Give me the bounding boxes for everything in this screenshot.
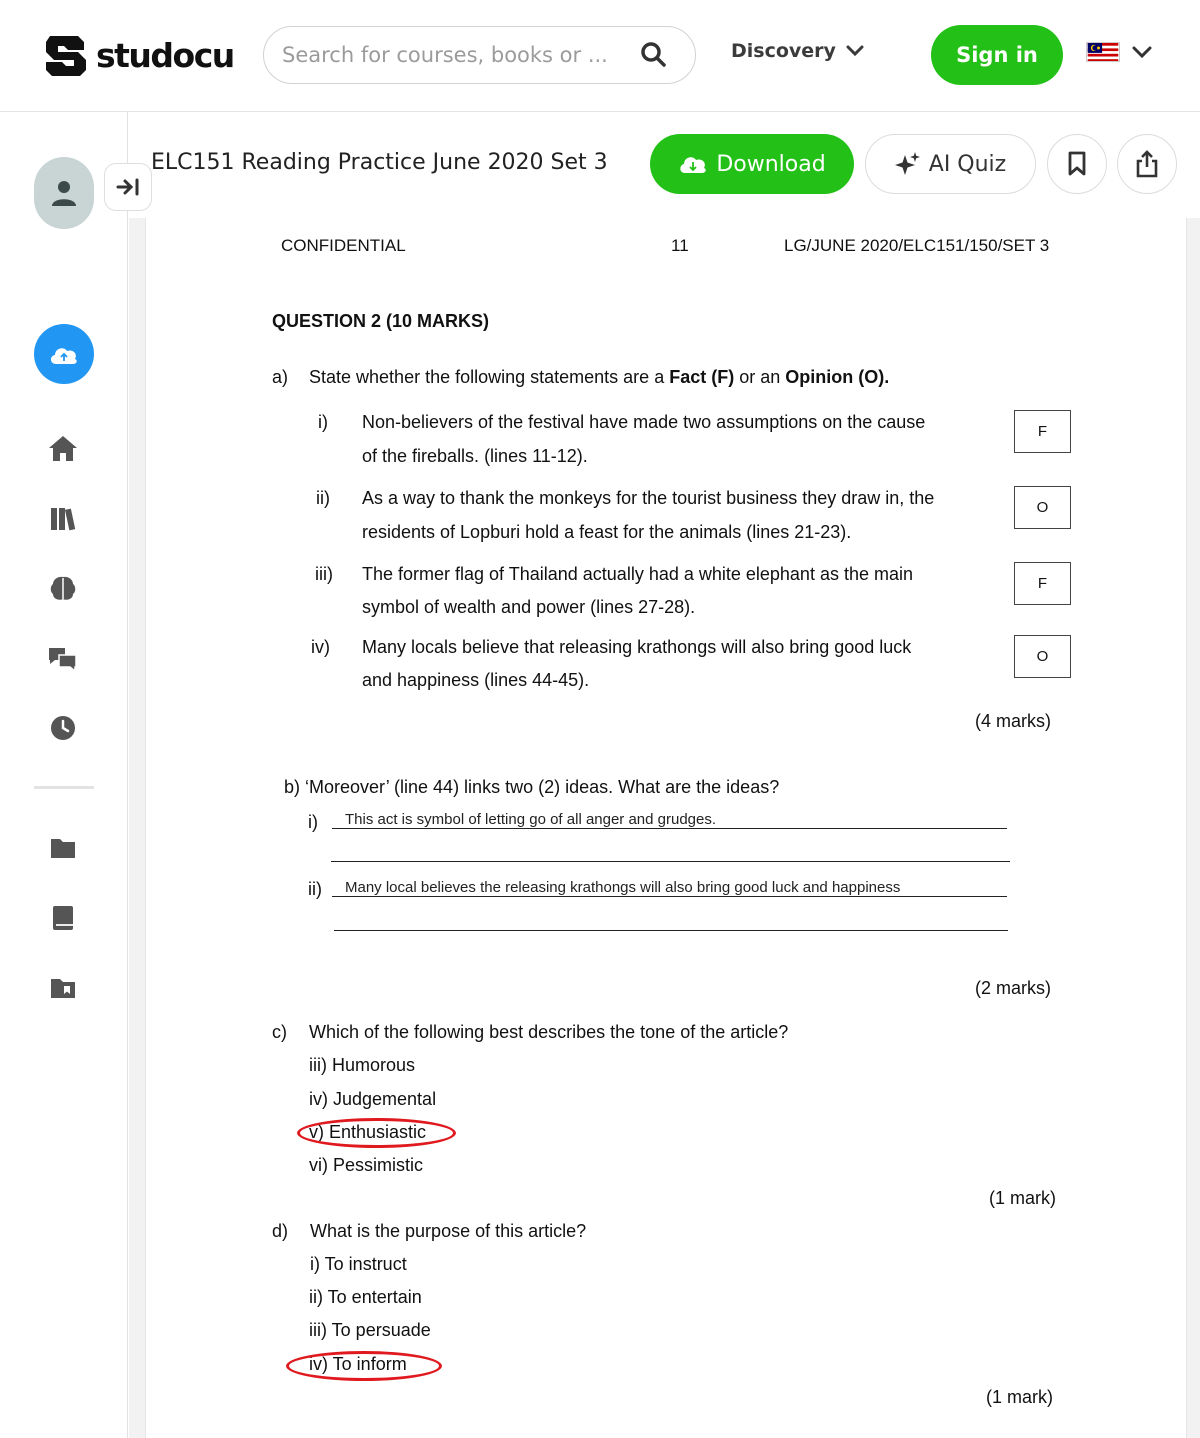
statement-line: Many locals believe that releasing krath…	[362, 637, 912, 657]
search-bar[interactable]	[263, 26, 696, 84]
search-input[interactable]	[282, 39, 622, 71]
handwritten-answer: This act is symbol of letting go of all …	[345, 811, 717, 828]
cloud-download-icon	[680, 157, 707, 173]
chevron-down-icon	[846, 45, 864, 57]
answer-line	[331, 861, 1010, 862]
statement-line: of the fireballs. (lines 11-12).	[362, 446, 588, 466]
answer-box: F	[1014, 562, 1071, 605]
studocu-logo-icon	[46, 36, 86, 76]
studocu-logo[interactable]: studocu	[44, 30, 235, 80]
option: i) To instruct	[310, 1254, 407, 1274]
item-number: i)	[308, 812, 318, 832]
ai-quiz-button[interactable]: AI Quiz	[865, 134, 1036, 194]
answer-line	[332, 896, 1007, 897]
option: iii) To persuade	[309, 1320, 431, 1340]
book-icon[interactable]	[47, 902, 79, 934]
answer-line	[334, 930, 1008, 931]
answer-box: F	[1014, 410, 1071, 453]
option: iv) Judgemental	[309, 1089, 437, 1109]
statement-line: and happiness (lines 44-45).	[362, 670, 590, 690]
answer-box: O	[1014, 486, 1071, 529]
statement-line: symbol of wealth and power (lines 27-28)…	[362, 597, 696, 617]
statement-line: Non-believers of the festival have made …	[362, 412, 926, 432]
document-title: ELC151 Reading Practice June 2020 Set 3	[151, 150, 608, 175]
marks-label: (4 marks)	[975, 711, 1051, 731]
handwritten-answer: Many local believes the releasing kratho…	[345, 879, 901, 896]
option: vi) Pessimistic	[309, 1155, 424, 1175]
item-number: i)	[318, 412, 328, 432]
statement-line: As a way to thank the monkeys for the to…	[362, 488, 935, 508]
answer-line	[332, 828, 1007, 829]
header-course-code: LG/JUNE 2020/ELC151/150/SET 3	[784, 236, 1050, 255]
part-c-letter: c)	[272, 1022, 287, 1042]
selection-circle	[297, 1118, 456, 1148]
malaysia-flag-icon	[1086, 42, 1120, 62]
discovery-menu[interactable]: Discovery	[731, 40, 864, 62]
sparkle-icon	[894, 152, 920, 175]
avatar[interactable]	[34, 157, 94, 229]
option: iii) Humorous	[309, 1055, 416, 1075]
collapse-icon	[116, 178, 139, 196]
share-button[interactable]	[1117, 134, 1177, 194]
user-icon	[52, 181, 76, 206]
share-icon	[1136, 150, 1158, 178]
part-d-letter: d)	[272, 1221, 289, 1241]
brain-icon[interactable]	[47, 572, 79, 604]
part-a-prompt: State whether the following statements a…	[309, 367, 890, 387]
left-sidebar	[0, 112, 128, 1438]
chevron-down-icon	[1132, 46, 1152, 58]
library-icon[interactable]	[47, 502, 79, 534]
document-page: CONFIDENTIAL 11 LG/JUNE 2020/ELC151/150/…	[145, 218, 1187, 1438]
search-icon[interactable]	[640, 41, 668, 69]
statement-line: The former flag of Thailand actually had…	[362, 564, 913, 584]
bookmark-folder-icon[interactable]	[47, 972, 79, 1004]
bookmark-icon	[1068, 151, 1086, 176]
folder-icon[interactable]	[47, 832, 79, 864]
ai-quiz-label: AI Quiz	[928, 151, 1007, 177]
history-icon[interactable]	[47, 712, 79, 744]
header-confidential: CONFIDENTIAL	[281, 236, 406, 255]
marks-label: (1 mark)	[989, 1188, 1056, 1208]
save-bookmark-button[interactable]	[1047, 134, 1107, 194]
discovery-label: Discovery	[731, 40, 836, 62]
selection-circle	[286, 1351, 442, 1381]
item-number: iv)	[311, 637, 330, 657]
answer-box: O	[1014, 635, 1071, 678]
question-title: QUESTION 2 (10 MARKS)	[272, 311, 490, 331]
download-label: Download	[716, 151, 826, 177]
sign-in-button[interactable]: Sign in	[931, 25, 1063, 85]
item-number: ii)	[316, 488, 330, 508]
item-number: ii)	[308, 879, 322, 899]
top-header: studocu Discovery Sign in	[0, 0, 1200, 112]
document-toolbar: ELC151 Reading Practice June 2020 Set 3 …	[129, 112, 1200, 218]
collapse-sidebar-button[interactable]	[104, 163, 152, 211]
part-c-prompt: Which of the following best describes th…	[309, 1022, 789, 1042]
download-button[interactable]: Download	[650, 134, 854, 194]
marks-label: (2 marks)	[975, 978, 1051, 998]
home-icon[interactable]	[47, 432, 79, 464]
part-d-prompt: What is the purpose of this article?	[310, 1221, 587, 1241]
option: ii) To entertain	[309, 1287, 422, 1307]
item-number: iii)	[315, 564, 333, 584]
statement-line: residents of Lopburi hold a feast for th…	[362, 522, 852, 542]
chat-icon[interactable]	[47, 642, 79, 674]
logo-text: studocu	[96, 35, 235, 75]
upload-icon	[50, 348, 77, 364]
page-number: 11	[671, 236, 689, 255]
language-selector[interactable]	[1086, 42, 1152, 62]
part-b-prompt: b) ‘Moreover’ (line 44) links two (2) id…	[284, 777, 780, 797]
marks-label: (1 mark)	[986, 1387, 1053, 1407]
sidebar-divider	[34, 786, 94, 789]
upload-button[interactable]	[34, 324, 94, 384]
part-a-letter: a)	[272, 367, 289, 387]
